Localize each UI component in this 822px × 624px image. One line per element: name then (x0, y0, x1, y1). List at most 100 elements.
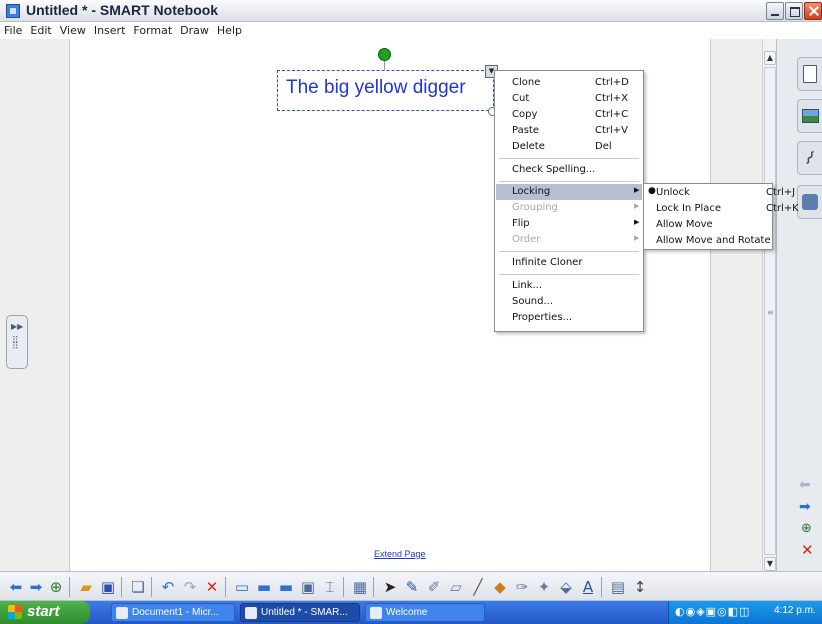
system-tray: ◐◉◈▣◎◧◫ 4:12 p.m. (668, 601, 822, 624)
menu-draw[interactable]: Draw (176, 22, 213, 37)
add-page-icon[interactable]: ⊕ (46, 577, 66, 597)
camera-icon[interactable]: ⌶ (320, 577, 340, 597)
undo-icon[interactable]: ↶ (158, 577, 178, 597)
toolbar-separator (225, 577, 226, 597)
menu-item-check-spelling[interactable]: Check Spelling... (496, 162, 642, 178)
delete-icon[interactable]: ✕ (202, 577, 222, 597)
taskbar-task-smart-notebook[interactable]: Untitled * - SMAR... (240, 603, 360, 622)
minimize-button[interactable] (766, 2, 784, 20)
menu-item-paste[interactable]: Paste Ctrl+V (496, 123, 642, 139)
properties-icon[interactable]: ▤ (608, 577, 628, 597)
tray-icons[interactable]: ◐◉◈▣◎◧◫ (675, 605, 750, 618)
submenu-arrow-icon: ▶ (634, 218, 640, 226)
scroll-up-button[interactable]: ▲ (764, 51, 776, 65)
menu-file[interactable]: File (0, 22, 26, 37)
text-tool-icon[interactable]: A (578, 577, 598, 597)
smart-notebook-icon (245, 607, 257, 619)
submenu-item-unlock[interactable]: ● Unlock Ctrl+J (645, 185, 795, 201)
object-context-menu: Clone Ctrl+D Cut Ctrl+X Copy Ctrl+C Paste Ct… (494, 70, 644, 332)
delete-page-icon[interactable]: ✕ (801, 541, 814, 559)
submenu-arrow-icon: ▶ (634, 234, 640, 242)
vertical-scrollbar[interactable]: ▲ ▼ (762, 39, 776, 571)
menu-item-copy[interactable]: Copy Ctrl+C (496, 107, 642, 123)
capture-icon[interactable]: ▣ (298, 577, 318, 597)
full-screen-icon[interactable]: ▬ (254, 577, 274, 597)
previous-page-icon[interactable]: ⬅ (6, 577, 26, 597)
scroll-thumb[interactable] (764, 67, 776, 555)
menu-item-properties[interactable]: Properties... (496, 310, 642, 326)
table-icon[interactable]: ▦ (350, 577, 370, 597)
menu-item-cut[interactable]: Cut Ctrl+X (496, 91, 642, 107)
shapes-icon[interactable]: ◆ (490, 577, 510, 597)
smart-notebook-app-icon[interactable] (6, 4, 20, 18)
line-icon[interactable]: ╱ (468, 577, 488, 597)
menu-item-grouping: Grouping ▶ (512, 202, 640, 213)
submenu-arrow-icon: ▶ (634, 186, 640, 194)
scroll-down-button[interactable]: ▼ (764, 557, 776, 571)
left-margin: ▶▶ ⠿ ⠿ (0, 39, 70, 571)
save-icon[interactable]: ▣ (98, 577, 118, 597)
add-page-icon[interactable]: ⊕ (801, 521, 812, 536)
menu-item-locking[interactable]: Locking ▶ (496, 184, 642, 200)
submenu-item-allow-move[interactable]: Allow Move (645, 217, 771, 233)
selected-text-object[interactable]: The big yellow digger (277, 70, 494, 111)
menu-item-link[interactable]: Link... (496, 278, 642, 294)
taskbar-task-welcome[interactable]: Welcome (365, 603, 485, 622)
redo-icon[interactable]: ↷ (180, 577, 200, 597)
double-chevron-right-icon: ▶▶ (11, 322, 24, 331)
previous-page-icon[interactable]: ⬅ (799, 477, 811, 493)
toolbar-separator (373, 577, 374, 597)
extend-page-link[interactable]: Extend Page (374, 549, 426, 559)
sidebar-toggle-button[interactable]: ▶▶ ⠿ ⠿ (6, 315, 28, 369)
select-arrow-icon[interactable]: ➤ (380, 577, 400, 597)
rotate-handle[interactable] (378, 48, 391, 61)
menu-separator (499, 181, 639, 182)
menu-item-flip[interactable]: Flip ▶ (496, 216, 642, 232)
tab-gallery[interactable] (797, 99, 822, 133)
screen-shade-icon[interactable]: ▭ (232, 577, 252, 597)
main-toolbar: ⬅ ➡ ⊕ ▰ ▣ ❏ ↶ ↷ ✕ ▭ ▬ ▬ ▣ ⌶ ▦ ➤ ✎ ✐ ▱ ╱ … (0, 571, 822, 601)
toolbar-separator (343, 577, 344, 597)
open-folder-icon[interactable]: ▰ (76, 577, 96, 597)
menu-bar: File Edit View Insert Format Draw Help (0, 22, 822, 39)
menu-format[interactable]: Format (129, 22, 176, 37)
pen-icon[interactable]: ✎ (402, 577, 422, 597)
submenu-item-allow-move-rotate[interactable]: Allow Move and Rotate (645, 233, 771, 249)
welcome-icon (370, 607, 382, 619)
taskbar-clock[interactable]: 4:12 p.m. (774, 605, 816, 616)
menu-edit[interactable]: Edit (26, 22, 55, 37)
move-toolbar-icon[interactable]: ↕ (630, 577, 650, 597)
side-tab-panel: ⌇ ⬅ ➡ ⊕ ✕ (776, 39, 822, 571)
windows-taskbar: start Document1 - Micr... Untitled * - S… (0, 601, 822, 624)
menu-help[interactable]: Help (213, 22, 246, 37)
menu-insert[interactable]: Insert (90, 22, 130, 37)
restore-button[interactable] (785, 2, 803, 20)
next-page-icon[interactable]: ➡ (799, 499, 811, 515)
menu-item-clone[interactable]: Clone Ctrl+D (496, 75, 642, 91)
next-page-icon[interactable]: ➡ (26, 577, 46, 597)
menu-item-sound[interactable]: Sound... (496, 294, 642, 310)
submenu-item-lock-in-place[interactable]: Lock In Place Ctrl+K (645, 201, 799, 217)
magic-wand-icon[interactable]: ✦ (534, 577, 554, 597)
taskbar-task-document1[interactable]: Document1 - Micr... (111, 603, 235, 622)
start-button[interactable]: start (0, 601, 90, 624)
close-button[interactable] (804, 2, 822, 20)
menu-view[interactable]: View (56, 22, 90, 37)
display-icon[interactable]: ▬ (276, 577, 296, 597)
creative-pen-icon[interactable]: ✐ (424, 577, 444, 597)
menu-item-delete[interactable]: Delete Del (496, 139, 642, 155)
tab-properties[interactable] (797, 185, 822, 219)
menu-item-order: Order ▶ (512, 234, 640, 245)
tab-page-sorter[interactable] (797, 57, 822, 91)
submenu-arrow-icon: ▶ (634, 202, 640, 210)
fill-icon[interactable]: ⬙ (556, 577, 576, 597)
magic-pen-icon[interactable]: ✑ (512, 577, 532, 597)
menu-separator (499, 158, 639, 159)
paste-icon[interactable]: ❏ (128, 577, 148, 597)
radio-bullet-icon: ● (648, 186, 656, 196)
eraser-icon[interactable]: ▱ (446, 577, 466, 597)
tab-attachments[interactable]: ⌇ (797, 141, 822, 175)
window-title: Untitled * - SMART Notebook (26, 2, 219, 18)
menu-item-infinite-cloner[interactable]: Infinite Cloner (496, 255, 642, 271)
text-object-content[interactable]: The big yellow digger (286, 77, 466, 99)
